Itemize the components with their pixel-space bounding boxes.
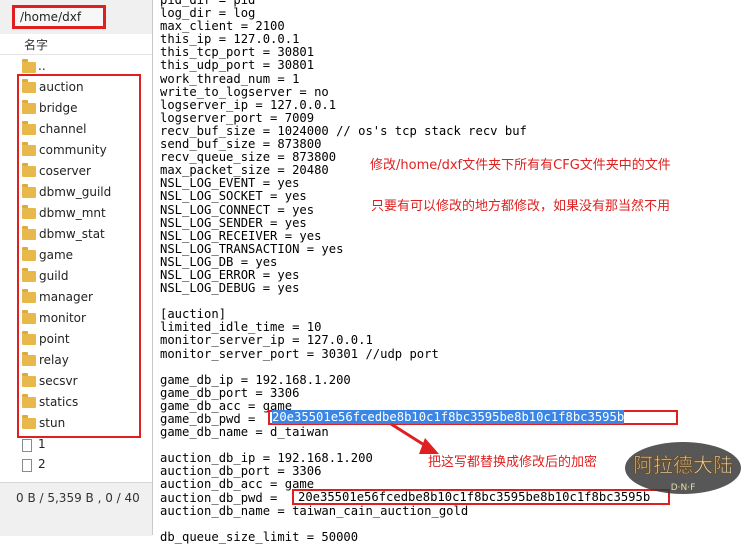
folder-label: guild bbox=[39, 269, 69, 283]
folder-label: dbmw_mnt bbox=[39, 206, 106, 220]
annotation-note-1: 修改/home/dxf文件夹下所有有CFG文件夹中的文件 bbox=[370, 158, 671, 173]
folder-item-point[interactable]: point bbox=[22, 329, 140, 350]
config-line: auction_db_name = taiwan_cain_auction_go… bbox=[160, 503, 469, 518]
folder-label: dbmw_stat bbox=[39, 227, 105, 241]
folder-label: game bbox=[39, 248, 74, 262]
file-pane: /home/dxf 名字 .. auction bridge channel comm… bbox=[0, 0, 153, 536]
folder-label: manager bbox=[39, 290, 93, 304]
folder-icon bbox=[22, 268, 36, 282]
path-input[interactable]: /home/dxf bbox=[12, 5, 106, 29]
config-line: this_udp_port = 30801 bbox=[160, 58, 315, 73]
parent-dir-label: .. bbox=[38, 59, 46, 73]
folder-label: stun bbox=[39, 416, 66, 430]
folder-icon bbox=[22, 184, 36, 198]
folder-item-bridge[interactable]: bridge bbox=[22, 98, 140, 119]
folder-icon bbox=[22, 163, 36, 177]
folder-item-community[interactable]: community bbox=[22, 140, 140, 161]
config-line: write_to_logserver = no bbox=[160, 84, 329, 99]
folder-label: coserver bbox=[39, 164, 91, 178]
folder-icon bbox=[22, 121, 36, 135]
folder-label: dbmw_guild bbox=[39, 185, 112, 199]
folder-icon bbox=[22, 331, 36, 345]
column-header-label: 名字 bbox=[24, 38, 49, 52]
arrow-icon bbox=[390, 422, 439, 454]
file-icon bbox=[22, 439, 32, 452]
config-line: logserver_ip = 127.0.0.1 bbox=[160, 97, 337, 112]
folder-item-guild[interactable]: guild bbox=[22, 266, 140, 287]
folder-icon bbox=[22, 415, 36, 429]
file-label: 1 bbox=[38, 437, 46, 451]
config-line: NSL_LOG_TRANSACTION = yes bbox=[160, 241, 344, 256]
config-line: game_db_ip = 192.168.1.200 bbox=[160, 372, 351, 387]
status-bar: 0 B / 5,359 B , 0 / 40 bbox=[0, 482, 152, 536]
folder-item-monitor[interactable]: monitor bbox=[22, 308, 140, 329]
config-line: work_thread_num = 1 bbox=[160, 71, 300, 86]
folder-label: auction bbox=[39, 80, 84, 94]
folder-icon bbox=[22, 289, 36, 303]
auction-password: 20e35501e56fcedbe8b10c1f8bc3595be8b10c1f… bbox=[298, 490, 651, 504]
annotation-note-2: 只要有可以修改的地方都修改，如果没有那当然不用 bbox=[371, 199, 671, 214]
folder-label: bridge bbox=[39, 101, 78, 115]
config-line: monitor_server_port = 30301 //udp port bbox=[160, 346, 439, 361]
selected-password: 20e35501e56fcedbe8b10c1f8bc3595be8b10c1f… bbox=[272, 410, 625, 424]
file-icon bbox=[22, 459, 32, 472]
folder-icon bbox=[22, 247, 36, 261]
folder-icon bbox=[22, 205, 36, 219]
folder-item-game[interactable]: game bbox=[22, 245, 140, 266]
folder-item-relay[interactable]: relay bbox=[22, 350, 140, 371]
folder-icon bbox=[22, 59, 36, 73]
config-line: NSL_LOG_DB = yes bbox=[160, 254, 278, 269]
folder-item-dbmw_guild[interactable]: dbmw_guild bbox=[22, 182, 140, 203]
folder-label: relay bbox=[39, 353, 69, 367]
folder-item-auction[interactable]: auction bbox=[22, 77, 140, 98]
folder-icon bbox=[22, 310, 36, 324]
folder-label: secsvr bbox=[39, 374, 78, 388]
config-line: monitor_server_ip = 127.0.0.1 bbox=[160, 333, 373, 348]
folder-icon bbox=[22, 394, 36, 408]
config-line bbox=[160, 361, 747, 374]
folder-icon bbox=[22, 100, 36, 114]
config-line: game_db_port = 3306 bbox=[160, 385, 300, 400]
logo-subtext: D·N·F bbox=[671, 483, 696, 493]
config-line: NSL_LOG_DEBUG = yes bbox=[160, 281, 300, 296]
config-line bbox=[160, 518, 747, 531]
file-label: 2 bbox=[38, 457, 46, 471]
folder-icon bbox=[22, 352, 36, 366]
folder-item-channel[interactable]: channel bbox=[22, 119, 140, 140]
folder-icon bbox=[22, 79, 36, 93]
annotation-note-3: 把这写都替换成修改后的加密 bbox=[428, 455, 598, 470]
folder-icon bbox=[22, 226, 36, 240]
auction-db-pwd-highlight[interactable]: 20e35501e56fcedbe8b10c1f8bc3595be8b10c1f… bbox=[292, 489, 670, 505]
config-line bbox=[160, 295, 747, 308]
folder-item-statics[interactable]: statics bbox=[22, 392, 140, 413]
logo-text: 阿拉德大陆 bbox=[633, 453, 733, 477]
path-bar: /home/dxf bbox=[0, 0, 152, 35]
folder-item-manager[interactable]: manager bbox=[22, 287, 140, 308]
config-line: db_queue_size_limit = 50000 bbox=[160, 529, 359, 544]
folder-item-secsvr[interactable]: secsvr bbox=[22, 371, 140, 392]
folder-item-stun[interactable]: stun bbox=[22, 413, 140, 434]
folder-icon bbox=[22, 142, 36, 156]
folder-icon bbox=[22, 373, 36, 387]
config-line: NSL_LOG_SENDER = yes bbox=[160, 215, 307, 230]
dnf-logo-icon: 阿拉德大陆 D·N·F bbox=[625, 442, 741, 494]
folder-label: point bbox=[39, 332, 70, 346]
folder-label: monitor bbox=[39, 311, 86, 325]
folder-item-dbmw_stat[interactable]: dbmw_stat bbox=[22, 224, 140, 245]
status-text: 0 B / 5,359 B , 0 / 40 bbox=[16, 491, 140, 505]
folder-item-dbmw_mnt[interactable]: dbmw_mnt bbox=[22, 203, 140, 224]
column-header-name[interactable]: 名字 bbox=[0, 34, 152, 55]
folder-label: community bbox=[39, 143, 107, 157]
folder-label: channel bbox=[39, 122, 87, 136]
game-db-pwd-highlight[interactable]: 20e35501e56fcedbe8b10c1f8bc3595be8b10c1f… bbox=[268, 410, 678, 425]
folder-label: statics bbox=[39, 395, 79, 409]
config-line: logserver_port = 7009 bbox=[160, 110, 315, 125]
folder-item-coserver[interactable]: coserver bbox=[22, 161, 140, 182]
config-line: NSL_LOG_RECEIVER = yes bbox=[160, 228, 322, 243]
